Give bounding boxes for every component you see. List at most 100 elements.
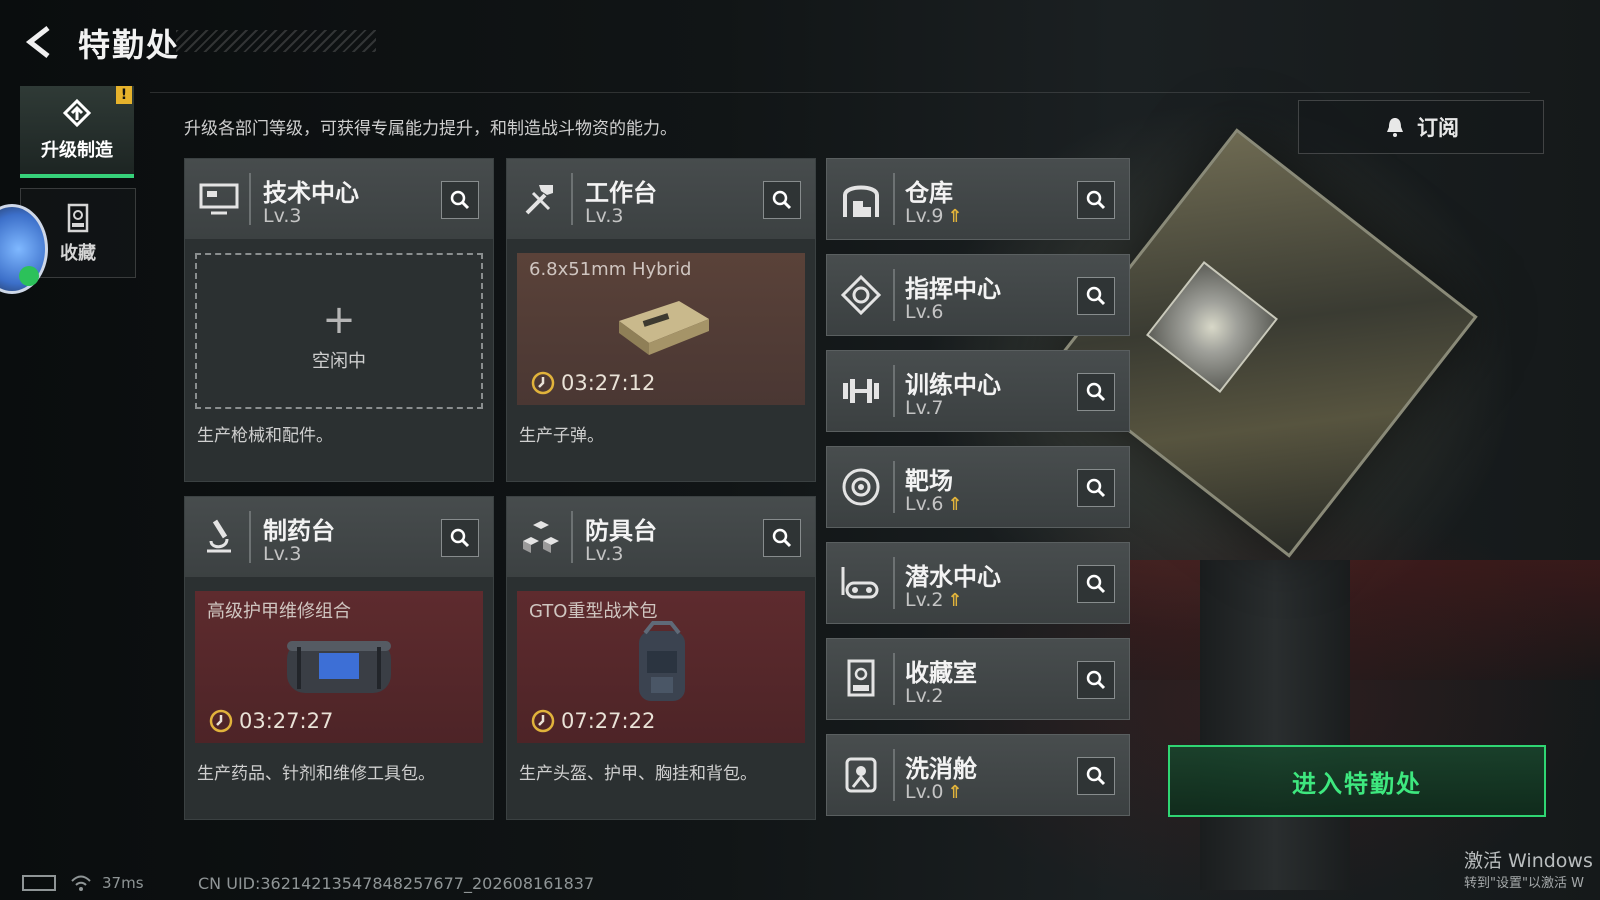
card-title: 工作台 [585, 179, 657, 207]
uid-text: CN UID:3621421354784825767​7_20260816183… [198, 874, 595, 893]
workbench-card-tech-center[interactable]: 技术中心 Lv.3 + 空闲中 生产枪械和配件。 [184, 158, 494, 482]
title-decoration [176, 30, 376, 52]
card-level: Lv.3 [585, 205, 624, 227]
ping-text: 37ms [102, 874, 144, 892]
enter-special-ops-button[interactable]: 进入特勤处 [1168, 745, 1546, 817]
facility-level: Lv.7 [905, 397, 944, 419]
tab-label: 收藏 [60, 243, 96, 264]
search-button[interactable] [1077, 565, 1115, 603]
search-icon [450, 528, 470, 548]
slot-status: 空闲中 [312, 351, 366, 372]
production-slot[interactable]: GTO重型战术包 07:27:22 [517, 591, 805, 743]
card-divider [571, 511, 573, 563]
facility-row-decontamination[interactable]: 洗消舱 Lv.0 ⇑ [826, 734, 1130, 816]
facility-level: Lv.9 ⇑ [905, 205, 963, 227]
search-button[interactable] [1077, 277, 1115, 315]
facility-name: 靶场 [905, 467, 953, 495]
search-icon [772, 528, 792, 548]
subscribe-button[interactable]: 订阅 [1298, 100, 1544, 154]
search-button[interactable] [1077, 469, 1115, 507]
card-description: 生产枪械和配件。 [197, 426, 333, 446]
decon-icon [845, 757, 877, 793]
collection-icon [67, 203, 89, 233]
search-icon [772, 190, 792, 210]
level-text: Lv.0 [905, 781, 944, 803]
card-title: 防具台 [585, 517, 657, 545]
timer-text: 03:27:12 [561, 371, 656, 395]
facility-level: Lv.6 [905, 301, 944, 323]
card-description: 生产子弹。 [519, 426, 604, 446]
search-icon [450, 190, 470, 210]
search-button[interactable] [441, 519, 479, 557]
card-level: Lv.3 [263, 543, 302, 565]
hammer-icon [525, 185, 553, 215]
page-title: 特勤处 [78, 26, 181, 64]
production-slot[interactable]: 高级护甲维修组合 03:27:27 [195, 591, 483, 743]
workbench-card-pharmacy[interactable]: 制药台 Lv.3 高级护甲维修组合 03:27:27 生产药品、针剂和维修工具包… [184, 496, 494, 820]
search-icon [1086, 286, 1106, 306]
card-divider [249, 511, 251, 563]
card-divider [893, 173, 895, 225]
facility-name: 仓库 [905, 179, 953, 207]
tab-label: 升级制造 [41, 140, 113, 161]
ammo-box-image [619, 301, 709, 355]
facility-name: 潜水中心 [905, 563, 1001, 591]
search-button[interactable] [763, 181, 801, 219]
search-icon [1086, 766, 1106, 786]
background-pillar [1200, 560, 1350, 890]
search-button[interactable] [1077, 661, 1115, 699]
upgrade-arrow-icon: ⇑ [947, 782, 963, 803]
item-name: 6.8x51mm Hybrid [529, 259, 692, 280]
facility-level: Lv.0 ⇑ [905, 781, 963, 803]
timer-icon [209, 709, 233, 733]
microscope-icon [207, 519, 231, 553]
command-icon [840, 274, 882, 316]
target-icon [842, 468, 880, 506]
search-button[interactable] [1077, 373, 1115, 411]
search-button[interactable] [763, 519, 801, 557]
upgrade-icon [62, 98, 92, 128]
add-icon: + [322, 297, 356, 343]
workbench-card-workbench[interactable]: 工作台 Lv.3 6.8x51mm Hybrid 03:27:12 生产子弹。 [506, 158, 816, 482]
timer-text: 03:27:27 [239, 709, 334, 733]
repair-kit-image [287, 641, 391, 693]
facility-level: Lv.2 [905, 685, 944, 707]
search-icon [1086, 190, 1106, 210]
workbench-card-armor-bench[interactable]: 防具台 Lv.3 GTO重型战术包 07:27:22 生产头盔、护甲、胸挂和背包… [506, 496, 816, 820]
facility-level: Lv.2 ⇑ [905, 589, 963, 611]
production-slot[interactable]: 6.8x51mm Hybrid 03:27:12 [517, 253, 805, 405]
card-title: 技术中心 [263, 179, 359, 207]
level-text: Lv.2 [905, 589, 944, 611]
card-divider [249, 173, 251, 225]
facility-row-command-center[interactable]: 指挥中心 Lv.6 [826, 254, 1130, 336]
search-icon [1086, 382, 1106, 402]
back-arrow-icon[interactable] [22, 24, 58, 60]
search-button[interactable] [441, 181, 479, 219]
bell-icon [1387, 118, 1403, 137]
production-timer: 03:27:27 [209, 709, 333, 733]
level-text: Lv.9 [905, 205, 944, 227]
facility-name: 指挥中心 [905, 275, 1001, 303]
card-divider [893, 557, 895, 609]
facility-row-shooting-range[interactable]: 靶场 Lv.6 ⇑ [826, 446, 1130, 528]
search-button[interactable] [1077, 181, 1115, 219]
facility-row-diving-center[interactable]: 潜水中心 Lv.2 ⇑ [826, 542, 1130, 624]
dumbbell-icon [843, 379, 879, 403]
facility-row-training-center[interactable]: 训练中心 Lv.7 [826, 350, 1130, 432]
header-divider [150, 92, 1530, 93]
facility-row-warehouse[interactable]: 仓库 Lv.9 ⇑ [826, 158, 1130, 240]
upgrade-arrow-icon: ⇑ [947, 590, 963, 611]
production-slot-empty[interactable]: + 空闲中 [195, 253, 483, 409]
battery-icon [22, 875, 56, 891]
card-level: Lv.3 [263, 205, 302, 227]
card-divider [893, 365, 895, 417]
facility-row-collection-room[interactable]: 收藏室 Lv.2 [826, 638, 1130, 720]
facility-name: 收藏室 [905, 659, 977, 687]
card-level: Lv.3 [585, 543, 624, 565]
status-bar: 37ms [22, 874, 144, 892]
diving-mask-icon [841, 567, 879, 599]
facility-name: 洗消舱 [905, 755, 977, 783]
search-button[interactable] [1077, 757, 1115, 795]
facility-name: 训练中心 [905, 371, 1001, 399]
warning-badge: ! [116, 86, 132, 104]
